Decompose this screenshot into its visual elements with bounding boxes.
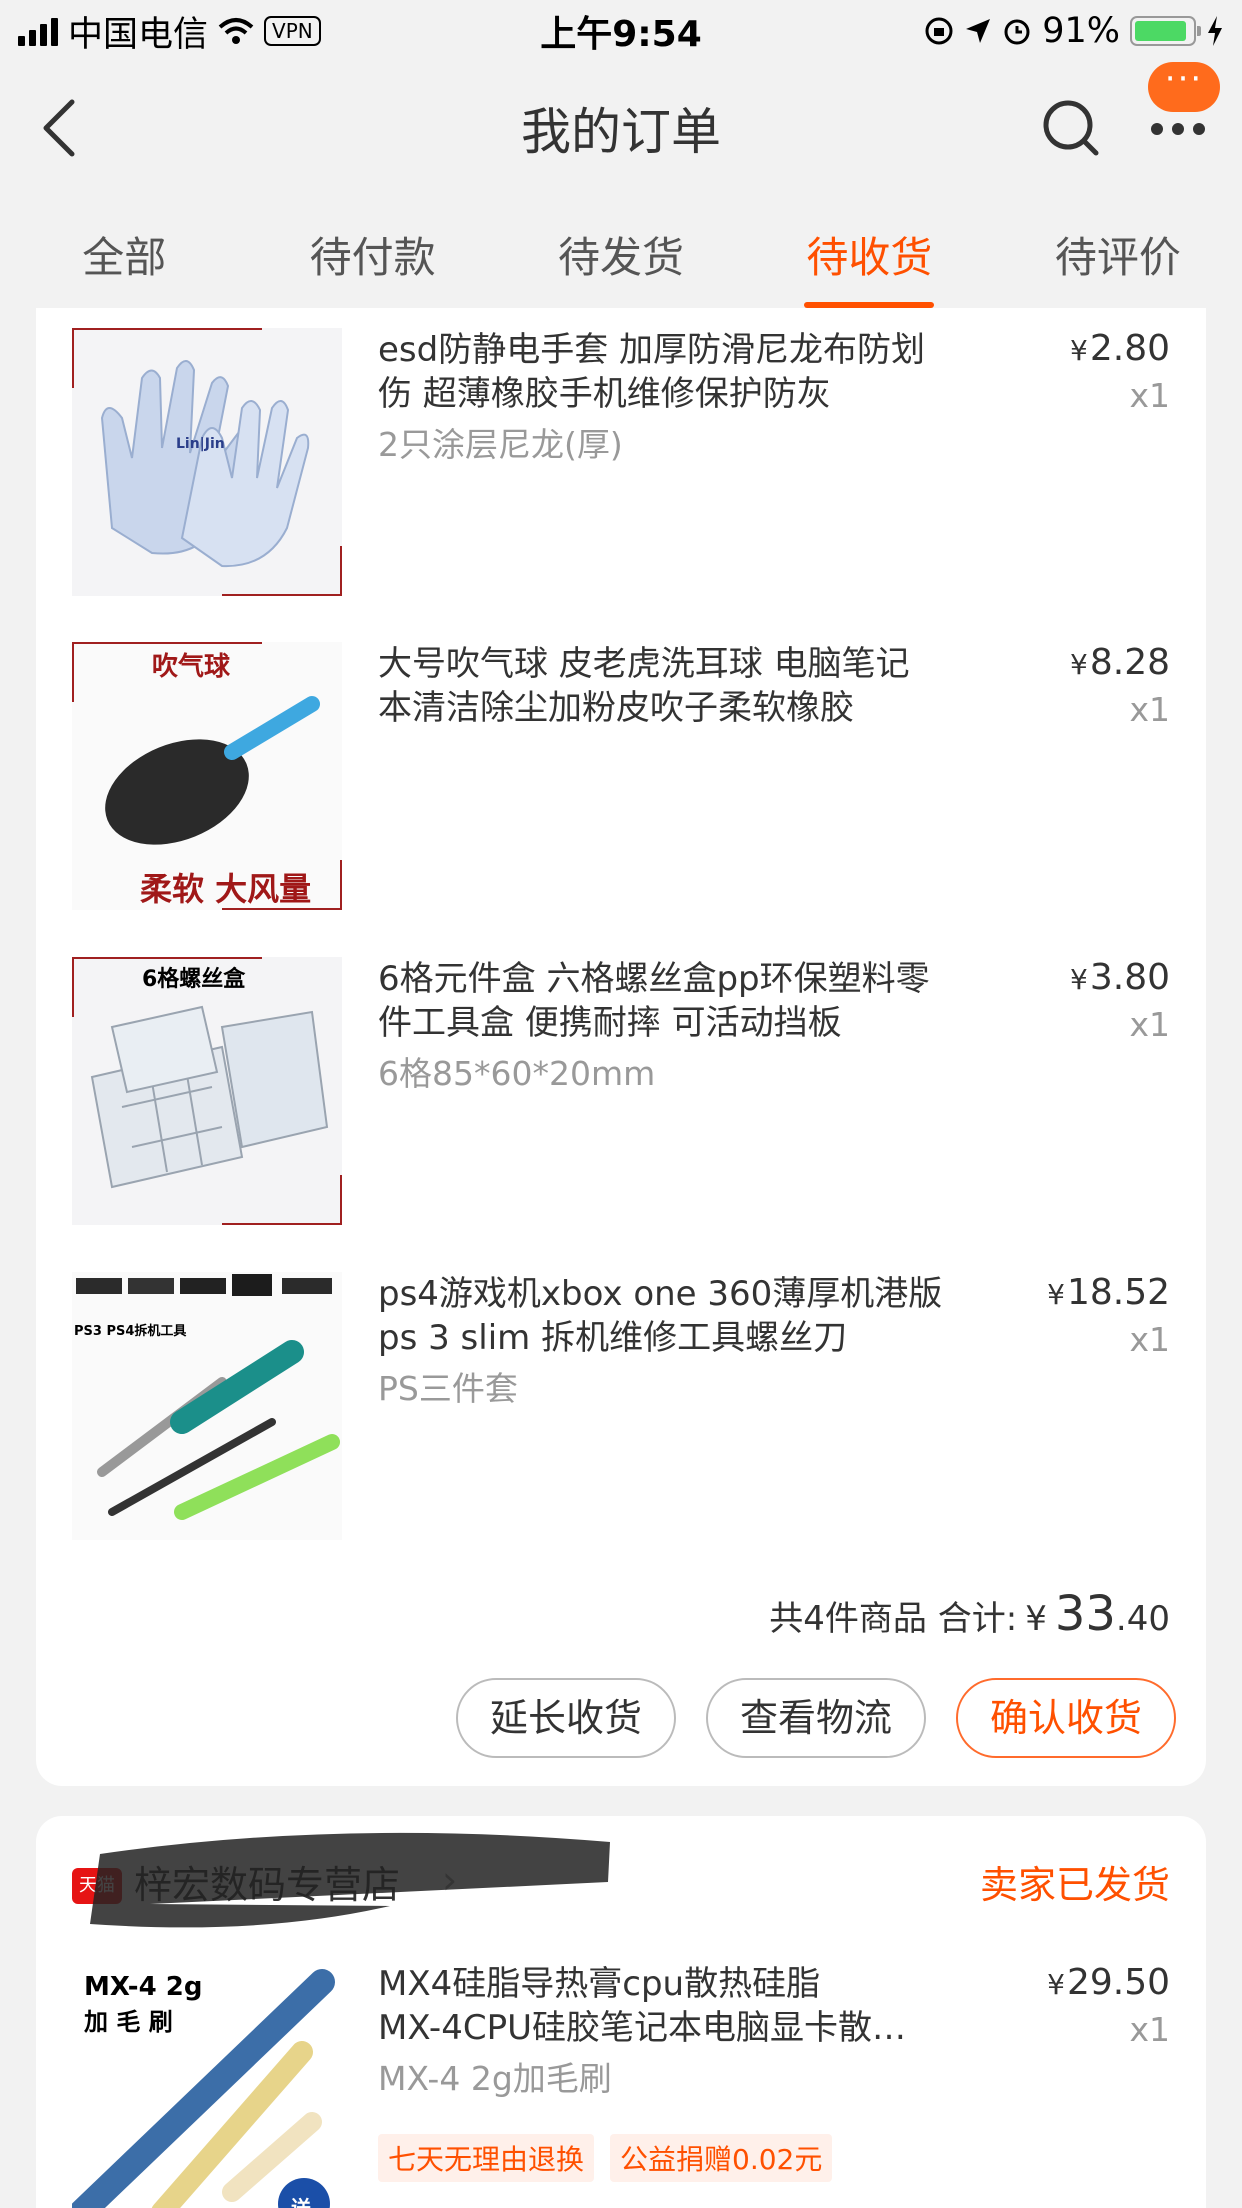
product-image-text: Lin|Jin: [176, 436, 225, 452]
product-image-ps4-tools[interactable]: PS3 PS4拆机工具: [72, 1272, 342, 1540]
order-card: Lin|Jin esd防静电手套 加厚防滑尼龙布防划 伤 超薄橡胶手机维修保护防…: [36, 308, 1206, 1786]
product-image-text: PS3 PS4拆机工具: [74, 1324, 187, 1339]
rotation-lock-icon: [925, 17, 953, 45]
vpn-badge: VPN: [264, 16, 321, 46]
service-badges: 七天无理由退换 公益捐赠0.02元: [378, 2134, 833, 2182]
location-icon: [966, 19, 991, 43]
status-bar: 中国电信 VPN 上午9:54 91%: [0, 0, 1242, 62]
product-title[interactable]: ps4游戏机xbox one 360薄厚机港版 ps 3 slim 拆机维修工具…: [378, 1272, 1018, 1360]
shop-header[interactable]: 天猫 梓宏数码专营店 › 卖家已发货: [36, 1816, 1206, 1952]
alarm-icon: [1004, 19, 1030, 45]
order-item[interactable]: MX-4 2g 加 毛 刷 送 MX4硅脂导热膏cpu散热硅脂 MX-4CPU硅…: [36, 1942, 1206, 2208]
carrier-label: 中国电信: [68, 14, 209, 55]
product-price: ¥2.80: [1070, 328, 1170, 369]
total-decimal: .40: [1115, 1599, 1170, 1639]
product-sku: 6格85*60*20mm: [378, 1054, 656, 1093]
product-image-text: 柔软 大风量: [140, 870, 312, 908]
total-integer: 33: [1054, 1586, 1116, 1642]
product-quantity: x1: [1129, 1320, 1170, 1359]
view-logistics-button[interactable]: 查看物流: [705, 1678, 926, 1758]
confirm-receipt-button[interactable]: 确认收货: [955, 1678, 1176, 1758]
product-image-gloves[interactable]: Lin|Jin: [72, 328, 342, 596]
more-icon[interactable]: [1150, 122, 1206, 136]
product-sku: PS三件套: [378, 1369, 518, 1408]
order-item[interactable]: 吹气球 柔软 大风量 大号吹气球 皮老虎洗耳球 电脑笔记 本清洁除尘加粉皮吹子柔…: [36, 622, 1206, 910]
order-tabs: 全部 待付款 待发货 待收货 待评价: [0, 204, 1242, 308]
product-title[interactable]: MX4硅脂导热膏cpu散热硅脂 MX-4CPU硅胶笔记本电脑显卡散…: [378, 1962, 1018, 2050]
tab-pending-review[interactable]: 待评价: [994, 204, 1242, 308]
product-title[interactable]: 大号吹气球 皮老虎洗耳球 电脑笔记 本清洁除尘加粉皮吹子柔软橡胶: [378, 642, 1018, 730]
product-title[interactable]: esd防静电手套 加厚防滑尼龙布防划 伤 超薄橡胶手机维修保护防灰: [378, 328, 1018, 416]
product-image-badge: 送: [291, 2196, 311, 2208]
tab-pending-payment[interactable]: 待付款: [248, 204, 496, 308]
product-image-screw-box[interactable]: 6格螺丝盒: [72, 957, 342, 1225]
message-badge[interactable]: ···: [1148, 62, 1220, 112]
charity-badge: 公益捐赠0.02元: [610, 2134, 833, 2182]
order-item[interactable]: Lin|Jin esd防静电手套 加厚防滑尼龙布防划 伤 超薄橡胶手机维修保护防…: [36, 308, 1206, 596]
wifi-icon: [218, 18, 254, 44]
charging-icon: [1208, 16, 1222, 46]
tab-pending-receipt[interactable]: 待收货: [745, 204, 993, 308]
tmall-icon: 天猫: [72, 1868, 122, 1904]
order-status: 卖家已发货: [979, 1863, 1170, 1907]
product-image-text: 加 毛 刷: [84, 2008, 173, 2036]
order-total: 共4件商品 合计: ¥ 33 .40: [769, 1586, 1170, 1642]
product-price: ¥18.52: [1047, 1272, 1170, 1313]
product-quantity: x1: [1129, 1005, 1170, 1044]
tab-all[interactable]: 全部: [0, 204, 248, 308]
order-actions: 延长收货 查看物流 确认收货: [455, 1678, 1176, 1758]
product-quantity: x1: [1129, 376, 1170, 415]
product-image-text: 吹气球: [152, 652, 231, 682]
product-image-thermal-paste[interactable]: MX-4 2g 加 毛 刷 送: [72, 1962, 342, 2208]
shop-name[interactable]: 梓宏数码专营店: [134, 1854, 400, 1909]
nav-bar: 我的订单 ···: [0, 62, 1242, 190]
product-sku: MX-4 2g加毛刷: [378, 2059, 612, 2098]
product-image-text: MX-4 2g: [84, 1972, 203, 2002]
chevron-right-icon: ›: [442, 1858, 458, 1902]
total-currency: ¥: [1025, 1599, 1047, 1639]
battery-percent: 91%: [1042, 11, 1120, 51]
return-policy-badge: 七天无理由退换: [378, 2134, 595, 2182]
product-price: ¥29.50: [1047, 1962, 1170, 2003]
order-item[interactable]: 6格螺丝盒 6格元件盒 六格螺丝盒pp环保塑料零 件工具盒 便携耐摔 可活动挡板…: [36, 937, 1206, 1225]
total-label: 共4件商品 合计:: [769, 1599, 1018, 1639]
product-title[interactable]: 6格元件盒 六格螺丝盒pp环保塑料零 件工具盒 便携耐摔 可活动挡板: [378, 957, 1018, 1045]
product-quantity: x1: [1129, 690, 1170, 729]
product-quantity: x1: [1129, 2010, 1170, 2049]
product-sku: 2只涂层尼龙(厚): [378, 425, 623, 464]
battery-icon: [1130, 16, 1201, 46]
extend-receipt-button[interactable]: 延长收货: [455, 1678, 676, 1758]
product-image-air-blower[interactable]: 吹气球 柔软 大风量: [72, 642, 342, 910]
product-price: ¥3.80: [1070, 957, 1170, 998]
search-icon[interactable]: [1040, 97, 1102, 159]
product-price: ¥8.28: [1070, 642, 1170, 683]
product-image-text: 6格螺丝盒: [142, 967, 246, 992]
tab-pending-shipment[interactable]: 待发货: [497, 204, 745, 308]
order-item[interactable]: PS3 PS4拆机工具 ps4游戏机xbox one 360薄厚机港版 ps 3…: [36, 1252, 1206, 1540]
signal-icon: [18, 16, 58, 46]
order-card: 天猫 梓宏数码专营店 › 卖家已发货 MX-4 2g 加 毛 刷 送 MX4硅脂…: [36, 1816, 1206, 2208]
